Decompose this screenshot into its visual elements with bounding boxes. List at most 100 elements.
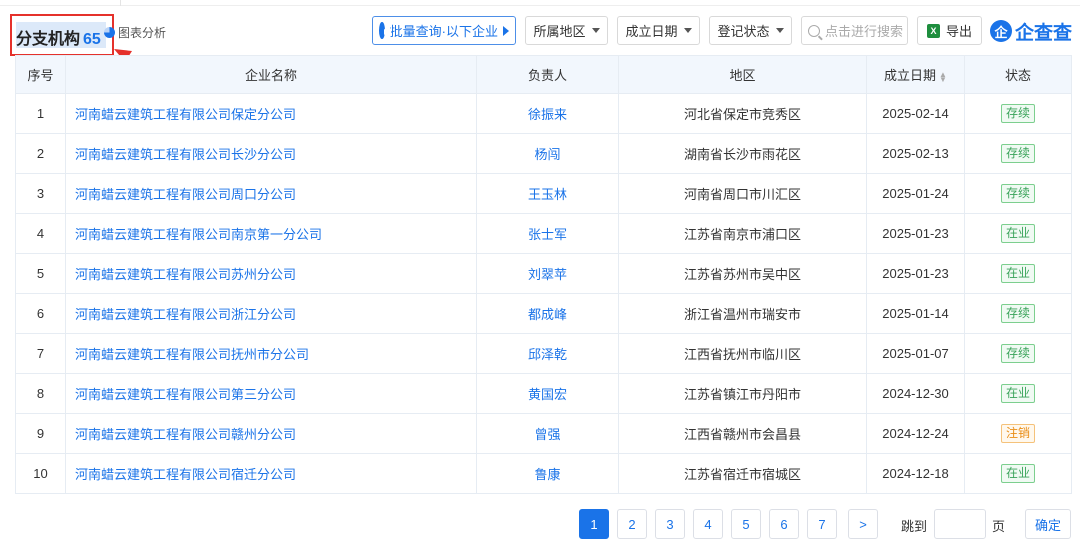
status-cell: 在业 — [964, 453, 1072, 494]
table-row: 5 河南蜡云建筑工程有限公司苏州分公司 刘翠苹 江苏省苏州市吴中区 2025-01-23… — [15, 253, 1072, 294]
company-name-link[interactable]: 河南蜡云建筑工程有限公司周口分公司 — [65, 173, 477, 214]
export-button[interactable]: X 导出 — [917, 16, 982, 45]
next-page-button[interactable]: > — [848, 509, 878, 539]
page-4-button[interactable]: 4 — [693, 509, 723, 539]
founded-date-cell: 2025-01-23 — [866, 253, 965, 294]
status-cell: 存续 — [964, 133, 1072, 174]
status-cell: 注销 — [964, 413, 1072, 454]
region-cell: 河北省保定市竞秀区 — [618, 93, 867, 134]
page-3-button[interactable]: 3 — [655, 509, 685, 539]
table-row: 8 河南蜡云建筑工程有限公司第三分公司 黄国宏 江苏省镇江市丹阳市 2024-12-30… — [15, 373, 1072, 414]
table-row: 6 河南蜡云建筑工程有限公司浙江分公司 都成峰 浙江省温州市瑞安市 2025-01-14… — [15, 293, 1072, 334]
batch-query-button[interactable]: 批量查询·以下企业 — [372, 16, 516, 45]
row-index: 8 — [15, 373, 66, 414]
responsible-person-link[interactable]: 王玉林 — [476, 173, 619, 214]
table-row: 10 河南蜡云建筑工程有限公司宿迁分公司 鲁康 江苏省宿迁市宿城区 2024-12-18… — [15, 453, 1072, 494]
responsible-person-link[interactable]: 邱泽乾 — [476, 333, 619, 374]
row-index: 1 — [15, 93, 66, 134]
status-badge: 存续 — [1000, 104, 1035, 123]
status-cell: 存续 — [964, 173, 1072, 214]
company-name-link[interactable]: 河南蜡云建筑工程有限公司第三分公司 — [65, 373, 477, 414]
col-header-person: 负责人 — [476, 55, 619, 94]
founded-date-cell: 2025-01-07 — [866, 333, 965, 374]
page-title: 分支机构 65 — [16, 25, 101, 49]
page-7-button[interactable]: 7 — [807, 509, 837, 539]
responsible-person-link[interactable]: 鲁康 — [476, 453, 619, 494]
col-header-company: 企业名称 — [65, 55, 477, 94]
founded-date-cell: 2025-02-13 — [866, 133, 965, 174]
sort-icon[interactable]: ▲ ▼ — [939, 70, 947, 83]
search-input[interactable]: 点击进行搜索 — [801, 16, 908, 45]
page-2-button[interactable]: 2 — [617, 509, 647, 539]
status-filter-dropdown[interactable]: 登记状态 — [709, 16, 792, 45]
company-name-link[interactable]: 河南蜡云建筑工程有限公司浙江分公司 — [65, 293, 477, 334]
row-index: 6 — [15, 293, 66, 334]
status-badge: 在业 — [1000, 264, 1035, 283]
company-name-link[interactable]: 河南蜡云建筑工程有限公司保定分公司 — [65, 93, 477, 134]
section-header: 分支机构 65 图表分析 批量查询·以下企业 所属地区 成立日期 登记状态 点击进… — [0, 12, 1080, 84]
company-name-link[interactable]: 河南蜡云建筑工程有限公司长沙分公司 — [65, 133, 477, 174]
page-6-button[interactable]: 6 — [769, 509, 799, 539]
table-row: 7 河南蜡云建筑工程有限公司抚州市分公司 邱泽乾 江西省抚州市临川区 2025-01-0… — [15, 333, 1072, 374]
region-cell: 浙江省温州市瑞安市 — [618, 293, 867, 334]
top-divider — [0, 0, 1080, 6]
company-name-link[interactable]: 河南蜡云建筑工程有限公司宿迁分公司 — [65, 453, 477, 494]
company-name-link[interactable]: 河南蜡云建筑工程有限公司抚州市分公司 — [65, 333, 477, 374]
responsible-person-link[interactable]: 曾强 — [476, 413, 619, 454]
col-header-founded[interactable]: 成立日期 ▲ ▼ — [866, 55, 965, 94]
chevron-down-icon — [591, 28, 600, 33]
row-index: 10 — [15, 453, 66, 494]
status-cell: 存续 — [964, 93, 1072, 134]
chart-analysis-link[interactable]: 图表分析 — [104, 24, 166, 41]
region-cell: 江西省抚州市临川区 — [618, 333, 867, 374]
responsible-person-link[interactable]: 黄国宏 — [476, 373, 619, 414]
jump-page-input[interactable] — [934, 509, 986, 539]
col-header-index: 序号 — [15, 55, 66, 94]
founded-date-cell: 2024-12-24 — [866, 413, 965, 454]
region-filter-dropdown[interactable]: 所属地区 — [525, 16, 608, 45]
row-index: 9 — [15, 413, 66, 454]
region-cell: 湖南省长沙市雨花区 — [618, 133, 867, 174]
responsible-person-link[interactable]: 杨闯 — [476, 133, 619, 174]
title-highlight-box: 分支机构 65 — [10, 14, 114, 56]
qichacha-logo: 企 企查查 — [990, 17, 1072, 45]
row-index: 7 — [15, 333, 66, 374]
company-name-link[interactable]: 河南蜡云建筑工程有限公司赣州分公司 — [65, 413, 477, 454]
status-cell: 在业 — [964, 213, 1072, 254]
table-row: 9 河南蜡云建筑工程有限公司赣州分公司 曾强 江西省赣州市会昌县 2024-12-24 注… — [15, 413, 1072, 454]
table-row: 3 河南蜡云建筑工程有限公司周口分公司 王玉林 河南省周口市川汇区 2025-01-24… — [15, 173, 1072, 214]
col-header-status: 状态 — [964, 55, 1072, 94]
jump-to-label: 跳到 — [901, 519, 928, 534]
region-cell: 江苏省苏州市吴中区 — [618, 253, 867, 294]
responsible-person-link[interactable]: 徐振来 — [476, 93, 619, 134]
region-cell: 江西省赣州市会昌县 — [618, 413, 867, 454]
confirm-jump-button[interactable]: 确定 — [1025, 509, 1071, 539]
pie-chart-icon — [104, 27, 115, 38]
company-name-link[interactable]: 河南蜡云建筑工程有限公司苏州分公司 — [65, 253, 477, 294]
excel-icon: X — [926, 23, 940, 38]
responsible-person-link[interactable]: 都成峰 — [476, 293, 619, 334]
founded-date-cell: 2024-12-30 — [866, 373, 965, 414]
title-text: 分支机构 — [16, 31, 81, 48]
responsible-person-link[interactable]: 张士军 — [476, 213, 619, 254]
row-index: 2 — [15, 133, 66, 174]
chevron-down-icon — [775, 28, 784, 33]
company-name-link[interactable]: 河南蜡云建筑工程有限公司南京第一分公司 — [65, 213, 477, 254]
page-1-button[interactable]: 1 — [579, 509, 609, 539]
region-cell: 江苏省镇江市丹阳市 — [618, 373, 867, 414]
pagination: 1 2 3 4 5 6 7 > 跳到 页 确定 — [0, 509, 1080, 539]
search-placeholder: 点击进行搜索 — [825, 24, 904, 39]
branch-count: 65 — [83, 31, 101, 48]
status-cell: 在业 — [964, 253, 1072, 294]
status-badge: 存续 — [1000, 144, 1035, 163]
page-5-button[interactable]: 5 — [731, 509, 761, 539]
status-badge: 在业 — [1000, 384, 1035, 403]
founded-date-filter-dropdown[interactable]: 成立日期 — [617, 16, 700, 45]
play-arrow-icon — [503, 25, 509, 36]
status-cell: 存续 — [964, 293, 1072, 334]
responsible-person-link[interactable]: 刘翠苹 — [476, 253, 619, 294]
founded-header-label: 成立日期 — [884, 68, 937, 83]
founded-date-cell: 2025-02-14 — [866, 93, 965, 134]
chevron-down-icon — [683, 28, 692, 33]
status-filter-label: 登记状态 — [717, 24, 770, 39]
